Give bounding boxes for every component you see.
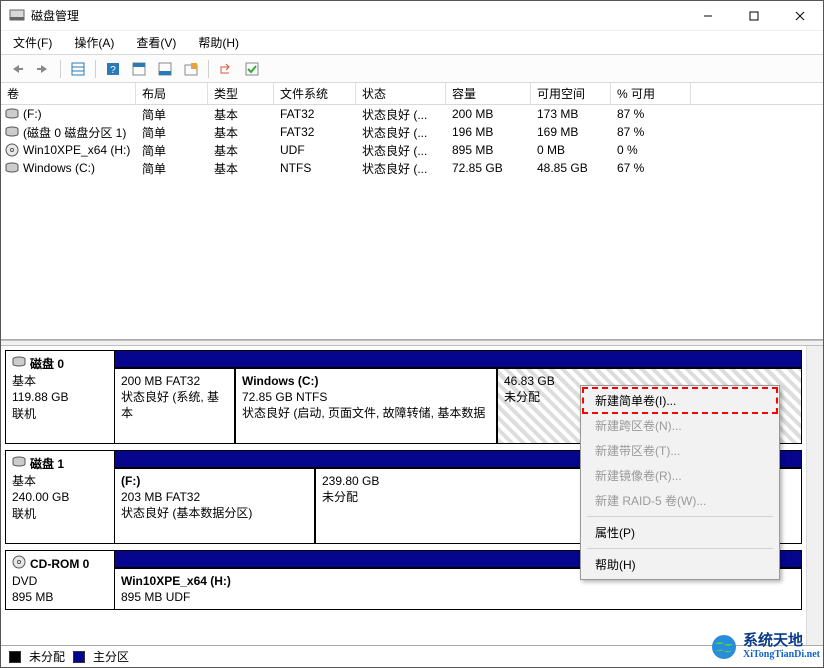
partition[interactable]: Windows (C:) 72.85 GB NTFS 状态良好 (启动, 页面文… [235,368,497,444]
cd-icon [5,143,19,157]
volume-name: Win10XPE_x64 (H:) [23,143,130,157]
settings-button[interactable] [179,58,203,80]
menu-help[interactable]: 帮助(H) [190,32,247,53]
volume-row[interactable]: (F:) 简单 基本 FAT32 状态良好 (... 200 MB 173 MB… [1,105,823,123]
volume-name: (F:) [23,107,42,121]
window-title: 磁盘管理 [31,7,685,24]
refresh-button[interactable] [214,58,238,80]
col-percent[interactable]: % 可用 [611,83,691,104]
toolbar: ? [1,55,823,83]
col-type[interactable]: 类型 [208,83,274,104]
minimize-button[interactable] [685,1,731,31]
cd-icon [12,555,26,573]
menu-new-mirrored-volume: 新建镜像卷(R)... [583,463,777,488]
volume-icon [5,161,19,175]
volume-icon [5,107,19,121]
menu-separator [587,548,773,549]
volume-row[interactable]: (磁盘 0 磁盘分区 1) 简单 基本 FAT32 状态良好 (... 196 … [1,123,823,141]
maximize-button[interactable] [731,1,777,31]
menu-file[interactable]: 文件(F) [5,32,60,53]
disk-info[interactable]: CD-ROM 0 DVD 895 MB [5,550,115,610]
menu-properties[interactable]: 属性(P) [583,520,777,545]
volumes-header: 卷 布局 类型 文件系统 状态 容量 可用空间 % 可用 [1,83,823,105]
check-button[interactable] [240,58,264,80]
context-menu: 新建简单卷(I)... 新建跨区卷(N)... 新建带区卷(T)... 新建镜像… [580,385,780,580]
menu-new-striped-volume: 新建带区卷(T)... [583,438,777,463]
volume-name: Windows (C:) [23,161,95,175]
legend-swatch-unallocated [9,651,21,663]
watermark-title: 系统天地 [743,634,820,650]
watermark: 系统天地 XiTongTianDi.net [711,634,820,660]
globe-icon [711,634,737,660]
legend: 未分配 主分区 [1,645,823,667]
menu-separator [587,516,773,517]
legend-label-primary: 主分区 [93,648,129,665]
close-button[interactable] [777,1,823,31]
menu-help[interactable]: 帮助(H) [583,552,777,577]
col-layout[interactable]: 布局 [136,83,208,104]
menu-view[interactable]: 查看(V) [128,32,184,53]
app-icon [9,8,25,24]
menu-action[interactable]: 操作(A) [66,32,122,53]
disk-topbar [115,350,802,368]
legend-swatch-primary [73,651,85,663]
titlebar: 磁盘管理 [1,1,823,31]
forward-button[interactable] [31,58,55,80]
volume-row[interactable]: Win10XPE_x64 (H:) 简单 基本 UDF 状态良好 (... 89… [1,141,823,159]
view-top-button[interactable] [127,58,151,80]
watermark-url: XiTongTianDi.net [743,650,820,661]
col-volume[interactable]: 卷 [1,83,136,104]
menu-new-raid5-volume: 新建 RAID-5 卷(W)... [583,488,777,513]
disk-info[interactable]: 磁盘 1 基本 240.00 GB 联机 [5,450,115,544]
menu-new-spanned-volume: 新建跨区卷(N)... [583,413,777,438]
disk-icon [12,355,26,373]
help-button[interactable]: ? [101,58,125,80]
back-button[interactable] [5,58,29,80]
volume-icon [5,125,19,139]
vertical-scrollbar[interactable] [806,346,823,645]
svg-text:?: ? [110,65,116,76]
view-list-button[interactable] [66,58,90,80]
menu-new-simple-volume[interactable]: 新建简单卷(I)... [583,388,777,413]
col-status[interactable]: 状态 [356,83,446,104]
col-filesystem[interactable]: 文件系统 [274,83,356,104]
partition[interactable]: (F:) 203 MB FAT32 状态良好 (基本数据分区) [115,468,315,544]
volume-name: (磁盘 0 磁盘分区 1) [23,124,126,141]
view-bottom-button[interactable] [153,58,177,80]
volumes-list: 卷 布局 类型 文件系统 状态 容量 可用空间 % 可用 (F:) 简单 基本 … [1,83,823,340]
col-size[interactable]: 容量 [446,83,531,104]
col-free[interactable]: 可用空间 [531,83,611,104]
volume-row[interactable]: Windows (C:) 简单 基本 NTFS 状态良好 (... 72.85 … [1,159,823,177]
disk-icon [12,455,26,473]
disk-info[interactable]: 磁盘 0 基本 119.88 GB 联机 [5,350,115,444]
legend-label-unallocated: 未分配 [29,648,65,665]
menubar: 文件(F) 操作(A) 查看(V) 帮助(H) [1,31,823,55]
partition[interactable]: 200 MB FAT32 状态良好 (系统, 基本 [115,368,235,444]
